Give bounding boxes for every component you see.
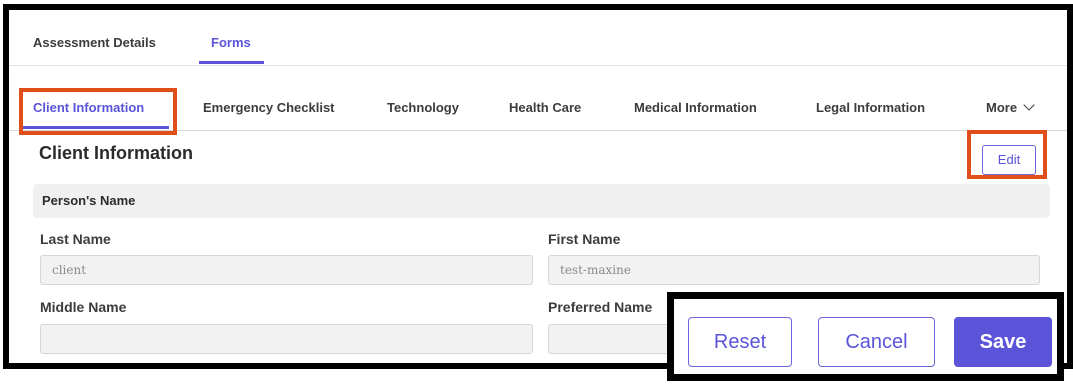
tab-legal-information[interactable]: Legal Information xyxy=(816,100,925,115)
group-header-persons-name: Person's Name xyxy=(33,184,1050,218)
tab-assessment-details[interactable]: Assessment Details xyxy=(33,35,156,50)
top-tab-bar: Assessment Details Forms xyxy=(9,10,1067,66)
active-tab-indicator xyxy=(199,61,264,64)
preferred-name-label: Preferred Name xyxy=(548,299,653,315)
tab-medical-information[interactable]: Medical Information xyxy=(634,100,757,115)
tab-technology[interactable]: Technology xyxy=(387,100,459,115)
tab-emergency-checklist[interactable]: Emergency Checklist xyxy=(203,100,335,115)
first-name-label: First Name xyxy=(548,231,621,247)
middle-name-label: Middle Name xyxy=(40,299,127,315)
last-name-input[interactable]: client xyxy=(40,255,533,285)
edit-button[interactable]: Edit xyxy=(982,145,1036,175)
section-title: Client Information xyxy=(39,143,193,163)
tab-more[interactable]: More xyxy=(986,99,1035,115)
tab-forms[interactable]: Forms xyxy=(211,35,251,50)
tab-health-care[interactable]: Health Care xyxy=(509,100,581,115)
more-label: More xyxy=(986,100,1018,115)
active-subtab-indicator xyxy=(23,126,169,129)
save-button[interactable]: Save xyxy=(954,317,1052,367)
cancel-button[interactable]: Cancel xyxy=(818,317,935,367)
form-actions-panel: Reset Cancel Save xyxy=(667,292,1064,381)
reset-button[interactable]: Reset xyxy=(688,317,792,367)
last-name-label: Last Name xyxy=(40,231,111,247)
middle-name-input[interactable] xyxy=(40,324,533,354)
form-tab-bar: Client Information Emergency Checklist T… xyxy=(9,66,1067,131)
chevron-down-icon xyxy=(1023,99,1035,111)
first-name-input[interactable]: test-maxine xyxy=(548,255,1040,285)
tab-client-information[interactable]: Client Information xyxy=(33,100,144,115)
